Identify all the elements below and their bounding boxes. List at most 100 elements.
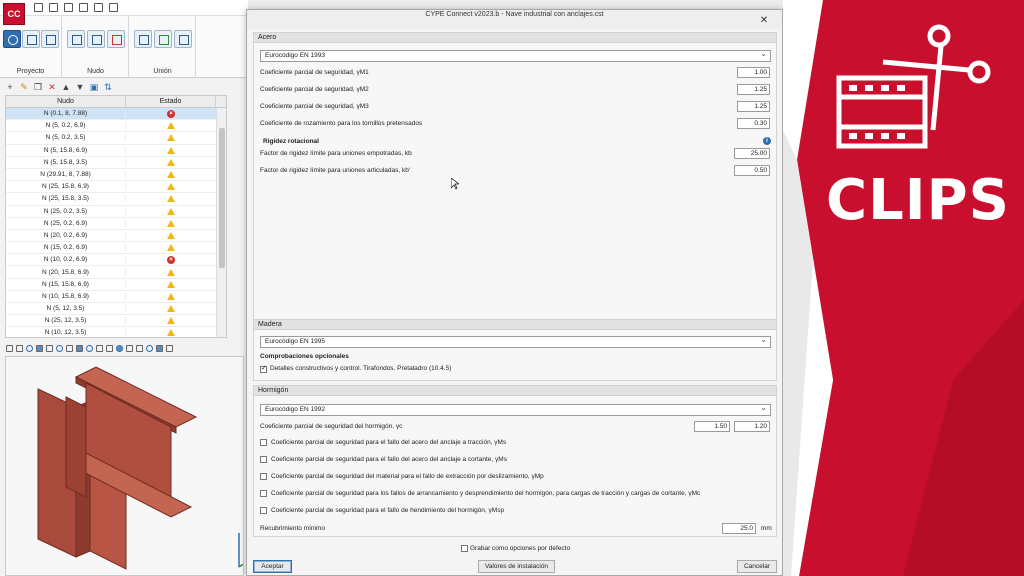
node-row[interactable]: N (0.1, 8, 7.88) × (6, 108, 226, 121)
save-icon[interactable] (34, 3, 43, 12)
view-icon[interactable] (16, 344, 23, 352)
scrollbar-thumb[interactable] (219, 128, 225, 268)
search-icon[interactable] (79, 3, 88, 12)
gamma-m1-input[interactable]: 1.00 (737, 67, 770, 78)
anchor-shear-checkbox[interactable] (260, 456, 267, 463)
bim-icon[interactable] (109, 3, 118, 12)
pullout-checkbox[interactable] (260, 473, 267, 480)
gamma-c-input-1[interactable]: 1.50 (694, 421, 730, 432)
view-icon[interactable] (146, 344, 153, 352)
view-icon[interactable] (166, 344, 173, 352)
node-row[interactable]: N (25, 0.2, 3.5) (6, 206, 226, 218)
project-settings-button[interactable] (22, 30, 40, 48)
move-down-icon[interactable]: ▼ (75, 82, 85, 92)
view-icon[interactable] (36, 344, 43, 352)
view-icon[interactable] (76, 344, 83, 352)
node-row[interactable]: N (15, 0.2, 6.9) (6, 242, 226, 255)
kb-rigid-input[interactable]: 25.00 (734, 148, 770, 159)
gamma-m2-input[interactable]: 1.25 (737, 84, 770, 95)
optional-checks-title: Comprobaciones opcionales (260, 353, 349, 360)
node-delete-button[interactable] (107, 30, 125, 48)
view-icon[interactable] (126, 344, 133, 352)
gamma-m3-input[interactable]: 1.25 (737, 101, 770, 112)
node-add-button[interactable] (67, 30, 85, 48)
view-icon[interactable] (26, 344, 33, 352)
node-row[interactable]: N (10, 12, 3.5) (6, 327, 226, 337)
node-row[interactable]: N (15, 15.8, 6.9) (6, 279, 226, 291)
node-row[interactable]: N (5, 15.8, 6.9) (6, 145, 226, 157)
node-row[interactable]: N (20, 15.8, 6.9) (6, 266, 226, 279)
node-row[interactable]: N (5, 0.2, 3.5) (6, 132, 226, 145)
info-icon[interactable]: i (763, 137, 771, 145)
node-label: N (15, 0.2, 6.9) (6, 244, 126, 252)
accept-button[interactable]: Aceptar (253, 560, 292, 573)
node-row[interactable]: N (20, 0.2, 6.9) (6, 230, 226, 243)
project-location-button[interactable] (41, 30, 59, 48)
view-icon[interactable] (86, 344, 93, 352)
cype-logo-icon[interactable]: CC (3, 3, 25, 25)
edit-icon[interactable]: ✎ (19, 82, 29, 93)
undo-icon[interactable] (49, 3, 58, 12)
redo-icon[interactable] (64, 3, 73, 12)
move-up-icon[interactable]: ▲ (61, 82, 71, 92)
joint-check-button[interactable] (154, 30, 172, 48)
kb-pinned-input[interactable]: 0.50 (734, 165, 770, 176)
node-row[interactable]: N (5, 0.2, 6.9) (6, 120, 226, 133)
close-icon[interactable]: ✕ (758, 15, 770, 27)
3d-viewport[interactable] (5, 356, 244, 576)
view-icon[interactable] (106, 344, 113, 352)
column-header-estado[interactable]: Estado (126, 96, 216, 107)
view-icon[interactable] (96, 344, 103, 352)
column-header-nudo[interactable]: Nudo (6, 96, 126, 107)
node-row[interactable]: N (10, 0.2, 6.9) × (6, 254, 226, 267)
friction-input[interactable]: 0.30 (737, 118, 770, 129)
add-icon[interactable]: + (5, 82, 15, 92)
cancel-button[interactable]: Cancelar (737, 560, 777, 573)
joint-add-button[interactable] (134, 30, 152, 48)
detailing-checkbox[interactable] (260, 364, 267, 373)
view-icon[interactable] (6, 344, 13, 352)
export-icon[interactable] (94, 3, 103, 12)
gamma-c-input-2[interactable]: 1.20 (734, 421, 770, 432)
delete-icon[interactable]: ✕ (47, 82, 57, 93)
copy-icon[interactable]: ❐ (33, 82, 43, 93)
view-icon[interactable] (66, 344, 73, 352)
node-list-scrollbar[interactable] (216, 108, 226, 337)
node-row[interactable]: N (25, 0.2, 6.9) (6, 218, 226, 230)
concrete-code-select[interactable]: Eurocódigo EN 1992 (260, 403, 771, 416)
node-edit-button[interactable] (87, 30, 105, 48)
node-state (126, 183, 216, 191)
ribbon-group-union: Unión (130, 16, 196, 78)
view-icon[interactable] (56, 344, 63, 352)
node-state (126, 329, 216, 337)
install-values-button[interactable]: Valores de instalación (478, 560, 555, 573)
dialog-titlebar[interactable]: CYPE Connect v2023.b - Nave industrial c… (247, 10, 782, 29)
splitting-checkbox[interactable] (260, 507, 267, 514)
warning-icon (167, 122, 175, 130)
node-row[interactable]: N (25, 12, 3.5) (6, 315, 226, 328)
view-icon[interactable] (156, 344, 163, 352)
node-row[interactable]: N (10, 15.8, 6.9) (6, 291, 226, 303)
breakout-checkbox[interactable] (260, 490, 267, 497)
node-row[interactable]: N (29.91, 8, 7.88) (6, 169, 226, 182)
warning-icon (167, 329, 175, 337)
save-default-checkbox[interactable] (461, 545, 468, 552)
steel-joint-3d-model (37, 366, 243, 570)
group-icon[interactable]: ▣ (89, 82, 99, 93)
timber-code-select[interactable]: Eurocódigo EN 1995 (260, 335, 771, 348)
node-row[interactable]: N (5, 12, 3.5) (6, 303, 226, 316)
node-row[interactable]: N (25, 15.8, 3.5) (6, 193, 226, 206)
anchor-tension-checkbox[interactable] (260, 439, 267, 446)
node-row[interactable]: N (5, 15.8, 3.5) (6, 157, 226, 169)
project-globe-button[interactable] (3, 30, 21, 48)
view-icon[interactable] (46, 344, 53, 352)
steel-code-select[interactable]: Eurocódigo EN 1993 (260, 49, 771, 62)
node-row[interactable]: N (25, 15.8, 6.9) (6, 181, 226, 194)
sort-icon[interactable]: ⇅ (103, 82, 113, 93)
cover-input[interactable]: 25.0 (722, 523, 756, 534)
view-icon[interactable] (116, 344, 123, 352)
tree-toolbar: + ✎ ❐ ✕ ▲ ▼ ▣ ⇅ (0, 79, 248, 95)
view-icon[interactable] (136, 344, 143, 352)
warning-icon (167, 231, 175, 239)
joint-report-button[interactable] (174, 30, 192, 48)
